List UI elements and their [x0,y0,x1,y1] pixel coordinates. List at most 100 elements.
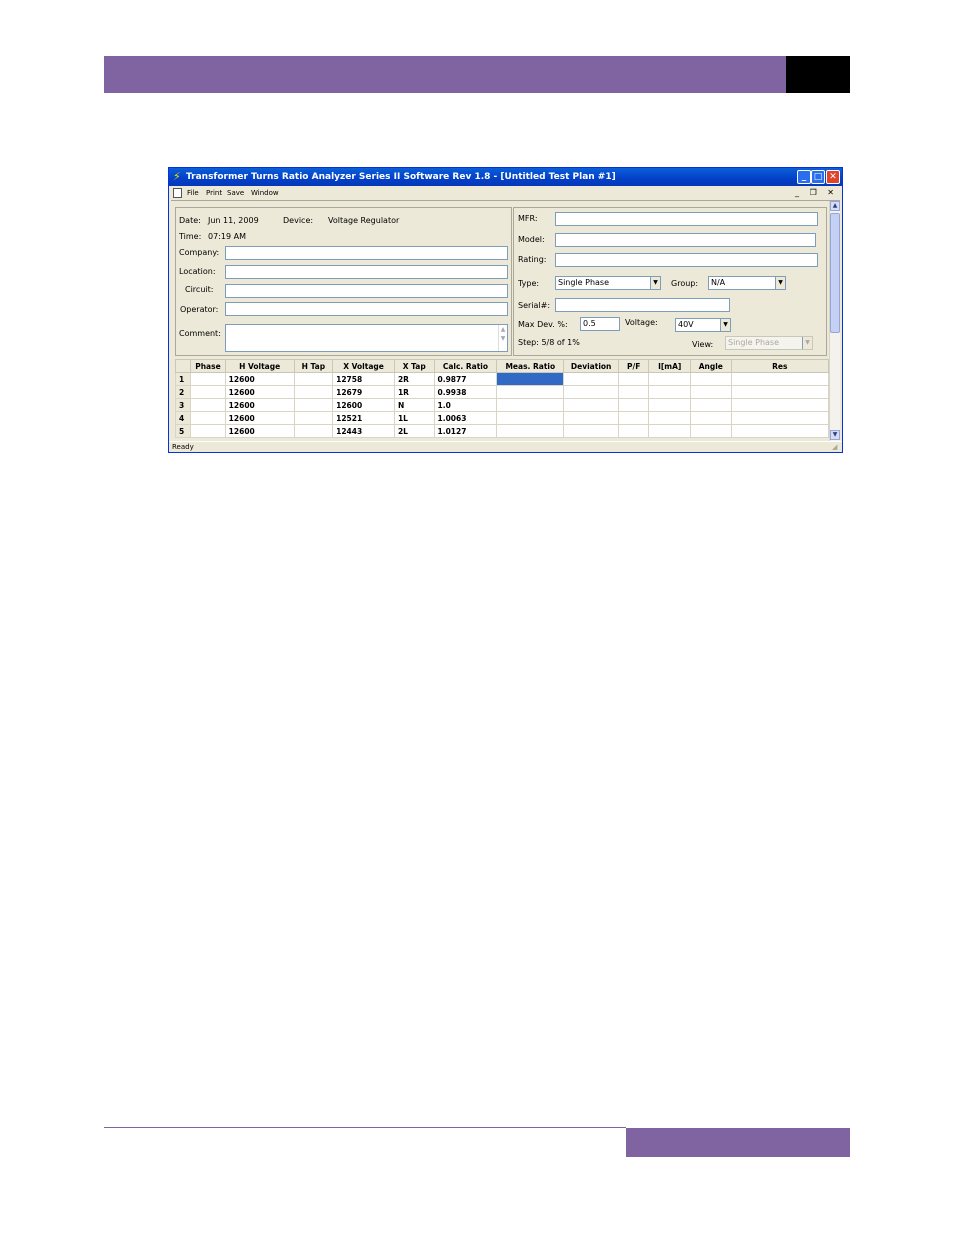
cell-h-tap[interactable] [293,411,334,425]
cell-x-voltage[interactable]: 12600 [332,398,395,412]
menu-save[interactable]: Save [227,186,244,200]
cell-res[interactable] [730,385,830,399]
cell-x-tap[interactable]: N [393,398,435,412]
scrollbar-thumb[interactable] [830,213,840,333]
cell-angle[interactable] [690,385,732,399]
cell-h-voltage[interactable]: 12600 [224,385,295,399]
resize-grip-icon[interactable]: ◢ [832,443,840,451]
cell-pf[interactable] [618,385,650,399]
column-header-h-voltage[interactable]: H Voltage [224,359,295,373]
max-dev-field[interactable]: 0.5 [580,317,620,331]
cell-phase[interactable] [190,372,226,386]
cell-pf[interactable] [618,398,650,412]
cell-calc-ratio[interactable]: 0.9877 [433,372,498,386]
cell-h-tap[interactable] [293,424,334,438]
cell-h-voltage[interactable]: 12600 [224,424,295,438]
menu-window[interactable]: Window [251,186,279,200]
cell-phase[interactable] [190,385,226,399]
close-button[interactable]: ✕ [826,170,840,184]
vertical-scrollbar[interactable]: ▲ ▼ [829,201,840,441]
chevron-down-icon[interactable]: ▼ [802,337,812,349]
cell-deviation[interactable] [563,372,620,386]
chevron-down-icon[interactable]: ▼ [720,319,730,331]
table-row[interactable]: 3 12600 12600 N 1.0 [174,398,830,412]
cell-current[interactable] [648,372,691,386]
maximize-button[interactable]: □ [811,170,825,184]
cell-phase[interactable] [190,424,226,438]
cell-deviation[interactable] [563,385,620,399]
operator-field[interactable] [225,302,508,316]
cell-current[interactable] [648,398,691,412]
column-header-x-voltage[interactable]: X Voltage [332,359,395,373]
voltage-select[interactable]: 40V ▼ [675,318,731,332]
table-row[interactable]: 4 12600 12521 1L 1.0063 [174,411,830,425]
comment-scrollbar[interactable]: ▲ ▼ [498,325,507,351]
cell-pf[interactable] [618,372,650,386]
cell-deviation[interactable] [563,398,620,412]
cell-res[interactable] [730,411,830,425]
column-header-current[interactable]: I[mA] [648,359,691,373]
cell-phase[interactable] [190,398,226,412]
cell-meas-ratio[interactable] [496,385,565,399]
cell-angle[interactable] [690,411,732,425]
serial-field[interactable] [555,298,730,312]
cell-calc-ratio[interactable]: 1.0063 [433,411,498,425]
location-field[interactable] [225,265,508,279]
type-select[interactable]: Single Phase ▼ [555,276,661,290]
cell-calc-ratio[interactable]: 0.9938 [433,385,498,399]
cell-calc-ratio[interactable]: 1.0 [433,398,498,412]
chevron-down-icon[interactable]: ▼ [775,277,785,289]
column-header-h-tap[interactable]: H Tap [293,359,334,373]
menu-print[interactable]: Print [206,186,222,200]
cell-current[interactable] [648,385,691,399]
cell-angle[interactable] [690,424,732,438]
cell-h-tap[interactable] [293,398,334,412]
column-header-x-tap[interactable]: X Tap [393,359,435,373]
cell-x-tap[interactable]: 1L [393,411,435,425]
column-header-angle[interactable]: Angle [690,359,732,373]
cell-x-tap[interactable]: 2L [393,424,435,438]
scroll-up-icon[interactable]: ▲ [830,201,840,211]
column-header-phase[interactable]: Phase [190,359,226,373]
cell-deviation[interactable] [563,424,620,438]
cell-h-tap[interactable] [293,372,334,386]
cell-x-voltage[interactable]: 12679 [332,385,395,399]
scroll-down-icon[interactable]: ▼ [830,430,840,440]
cell-h-voltage[interactable]: 12600 [224,372,295,386]
cell-x-tap[interactable]: 1R [393,385,435,399]
document-icon[interactable] [173,188,182,198]
title-bar[interactable]: ⚡ Transformer Turns Ratio Analyzer Serie… [169,168,842,186]
cell-meas-ratio[interactable] [496,424,565,438]
mdi-window-controls[interactable]: _ ❐ ✕ [795,186,838,200]
mfr-field[interactable] [555,212,818,226]
model-field[interactable] [555,233,816,247]
cell-deviation[interactable] [563,411,620,425]
cell-x-voltage[interactable]: 12443 [332,424,395,438]
cell-pf[interactable] [618,411,650,425]
cell-res[interactable] [730,398,830,412]
cell-meas-ratio[interactable] [496,372,565,386]
cell-h-voltage[interactable]: 12600 [224,411,295,425]
cell-h-tap[interactable] [293,385,334,399]
cell-angle[interactable] [690,398,732,412]
group-select[interactable]: N/A ▼ [708,276,786,290]
column-header-deviation[interactable]: Deviation [563,359,620,373]
cell-angle[interactable] [690,372,732,386]
chevron-down-icon[interactable]: ▼ [650,277,660,289]
table-row[interactable]: 5 12600 12443 2L 1.0127 [174,424,830,438]
column-header-pf[interactable]: P/F [618,359,650,373]
cell-x-voltage[interactable]: 12758 [332,372,395,386]
cell-h-voltage[interactable]: 12600 [224,398,295,412]
cell-pf[interactable] [618,424,650,438]
column-header-calc-ratio[interactable]: Calc. Ratio [433,359,498,373]
rating-field[interactable] [555,253,818,267]
menu-file[interactable]: File [187,186,199,200]
cell-calc-ratio[interactable]: 1.0127 [433,424,498,438]
cell-meas-ratio[interactable] [496,398,565,412]
company-field[interactable] [225,246,508,260]
cell-res[interactable] [730,372,830,386]
cell-phase[interactable] [190,411,226,425]
cell-x-tap[interactable]: 2R [393,372,435,386]
cell-current[interactable] [648,411,691,425]
minimize-button[interactable]: _ [797,170,811,184]
